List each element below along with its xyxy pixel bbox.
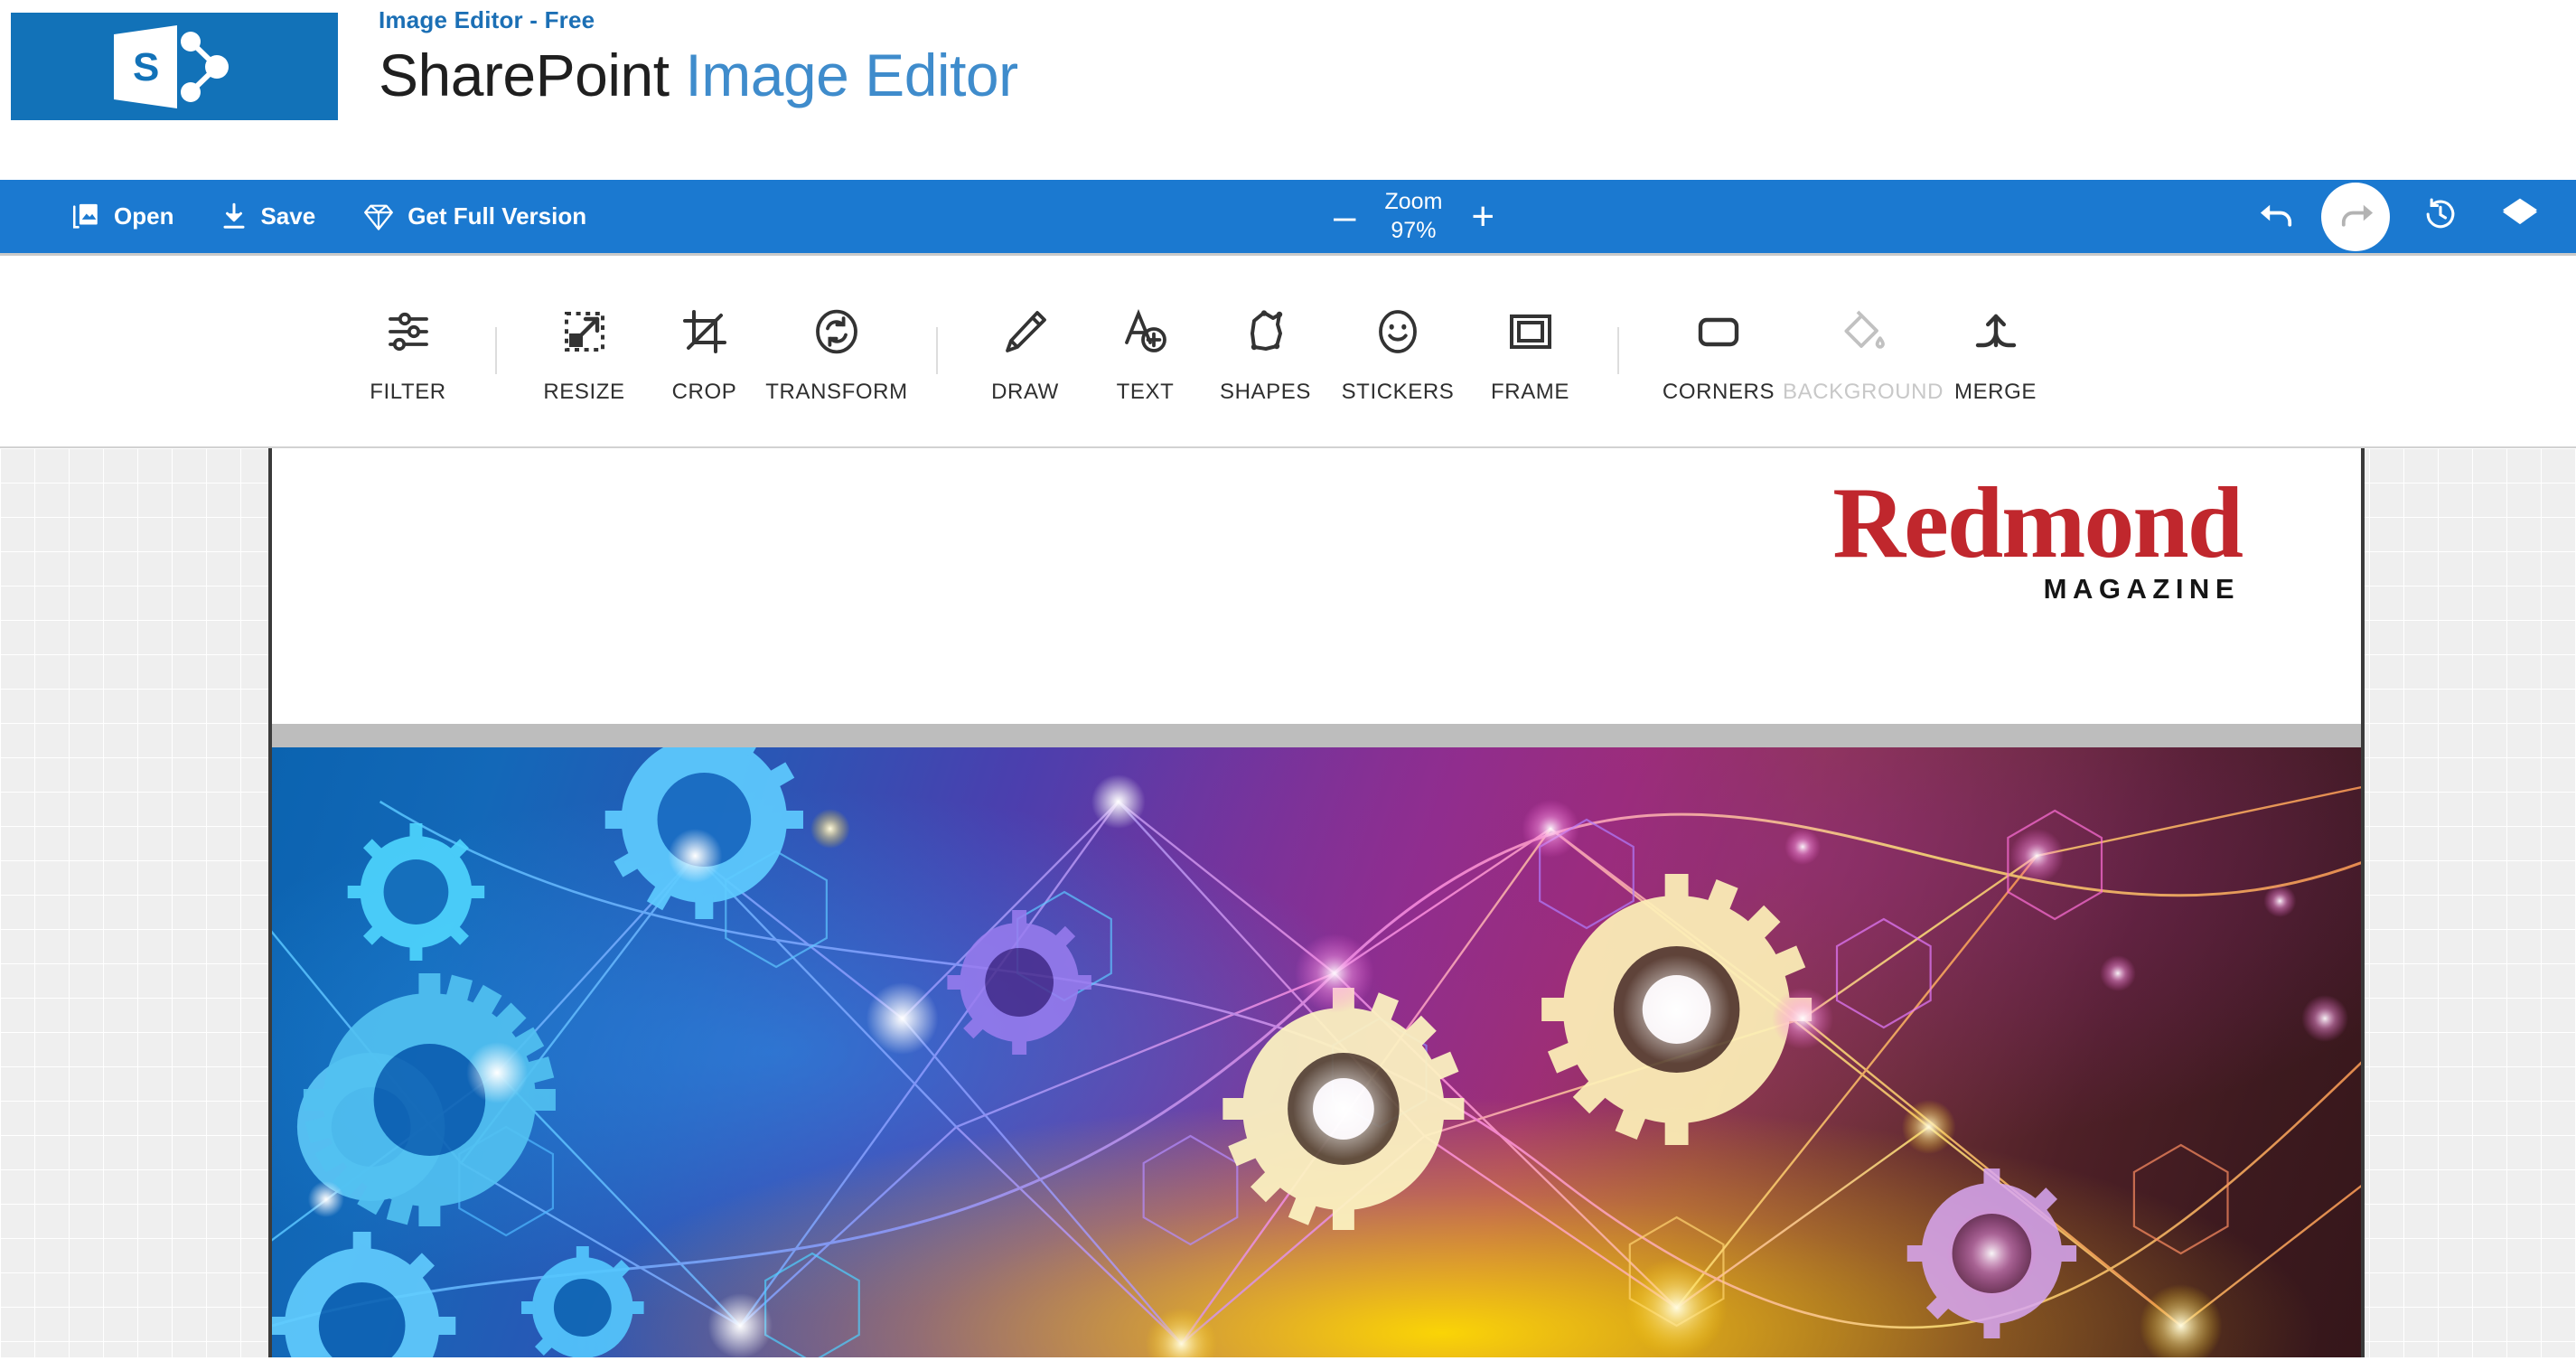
open-button[interactable]: Open [70, 202, 173, 232]
layers-icon [2501, 197, 2539, 236]
undo-button[interactable] [2238, 179, 2318, 255]
add-text-icon [1122, 304, 1169, 360]
tool-background-label: BACKGROUND [1782, 379, 1944, 404]
zoom-control: – Zoom 97% + [1328, 180, 1500, 253]
ribbon-divider-1 [495, 326, 497, 374]
crop-icon [681, 304, 728, 360]
download-icon [220, 202, 248, 232]
artwork-network-overlay [272, 747, 2361, 1357]
zoom-in-button[interactable]: + [1466, 196, 1500, 237]
save-button[interactable]: Save [220, 202, 315, 232]
zoom-label: Zoom [1384, 189, 1443, 215]
tool-resize-label: RESIZE [543, 379, 625, 404]
paint-bucket-icon [1840, 304, 1887, 360]
tool-corners[interactable]: CORNERS [1646, 298, 1791, 405]
tool-ribbon: FILTER RESIZE CROP TRANSFORM DRAW TEXT S… [0, 256, 2576, 448]
tool-frame-label: FRAME [1491, 379, 1569, 404]
tool-text-label: TEXT [1116, 379, 1175, 404]
zoom-value: 97% [1391, 217, 1437, 243]
svg-text:S: S [133, 45, 159, 89]
tool-crop-label: CROP [671, 379, 737, 404]
title-block: Image Editor - Free SharePoint Image Edi… [379, 0, 1018, 107]
ribbon-divider-3 [1617, 326, 1619, 374]
tool-draw[interactable]: DRAW [965, 298, 1085, 405]
transform-icon [813, 304, 860, 360]
toolbar-right-group [2238, 180, 2576, 253]
tool-merge-label: MERGE [1953, 379, 2037, 404]
redmond-wordmark: Redmond [1832, 467, 2243, 579]
tool-filter[interactable]: FILTER [348, 298, 468, 405]
canvas-workspace[interactable]: Redmond MAGAZINE [0, 448, 2576, 1357]
canvas-masthead-area: Redmond MAGAZINE [272, 448, 2361, 724]
tool-background[interactable]: BACKGROUND [1783, 298, 1943, 405]
tool-frame[interactable]: FRAME [1470, 298, 1590, 405]
tool-crop[interactable]: CROP [644, 298, 764, 405]
page-title-accent: Image Editor [685, 41, 1018, 108]
tool-merge[interactable]: MERGE [1935, 298, 2056, 405]
app-subtitle: Image Editor - Free [379, 6, 595, 33]
rounded-rect-icon [1695, 304, 1742, 360]
main-toolbar: Open Save Get Full Version – Zoom 97% + [0, 180, 2576, 256]
image-canvas[interactable]: Redmond MAGAZINE [268, 448, 2365, 1357]
tool-shapes[interactable]: SHAPES [1205, 298, 1325, 405]
sharepoint-logo-glyph: S [114, 24, 229, 108]
tool-transform[interactable]: TRANSFORM [764, 298, 909, 405]
zoom-out-button[interactable]: – [1328, 196, 1361, 237]
zoom-readout: Zoom 97% [1384, 188, 1442, 245]
sliders-icon [385, 304, 432, 360]
open-button-label: Open [114, 202, 174, 230]
get-full-version-label: Get Full Version [407, 202, 587, 230]
redo-icon [2336, 199, 2375, 234]
page-title-primary: SharePoint [379, 41, 670, 108]
tool-ribbon-groups: FILTER RESIZE CROP TRANSFORM DRAW TEXT S… [348, 298, 2056, 405]
diamond-icon [362, 202, 395, 231]
app-header: S Image Editor - Free SharePoint Image E… [0, 0, 2576, 180]
history-button[interactable] [2401, 179, 2480, 255]
frame-icon [1507, 304, 1554, 360]
tool-stickers-label: STICKERS [1341, 379, 1455, 404]
tool-text[interactable]: TEXT [1085, 298, 1205, 405]
page-title: SharePoint Image Editor [379, 41, 1018, 108]
smiley-icon [1374, 304, 1421, 360]
tool-filter-label: FILTER [370, 379, 446, 404]
layers-button[interactable] [2480, 179, 2560, 255]
tool-shapes-label: SHAPES [1220, 379, 1311, 404]
tool-draw-label: DRAW [991, 379, 1059, 404]
tool-stickers[interactable]: STICKERS [1325, 298, 1470, 405]
toolbar-left-group: Open Save Get Full Version [70, 202, 633, 232]
sharepoint-logo: S [11, 13, 338, 120]
merge-arrow-icon [1972, 304, 2019, 360]
canvas-grey-divider [272, 724, 2361, 747]
get-full-version-button[interactable]: Get Full Version [362, 202, 586, 231]
history-clock-icon [2422, 196, 2459, 237]
ribbon-divider-2 [936, 326, 938, 374]
save-button-label: Save [260, 202, 316, 230]
pencil-icon [1002, 304, 1049, 360]
tool-corners-label: CORNERS [1662, 379, 1775, 404]
undo-icon [2258, 199, 2298, 234]
shapes-icon [1242, 304, 1289, 360]
resize-icon [561, 304, 608, 360]
redmond-magazine-logo: Redmond MAGAZINE [1832, 467, 2243, 605]
canvas-artwork [272, 747, 2361, 1357]
tool-transform-label: TRANSFORM [765, 379, 908, 404]
redo-button[interactable] [2321, 182, 2390, 251]
tool-resize[interactable]: RESIZE [524, 298, 644, 405]
open-image-icon [70, 202, 101, 232]
